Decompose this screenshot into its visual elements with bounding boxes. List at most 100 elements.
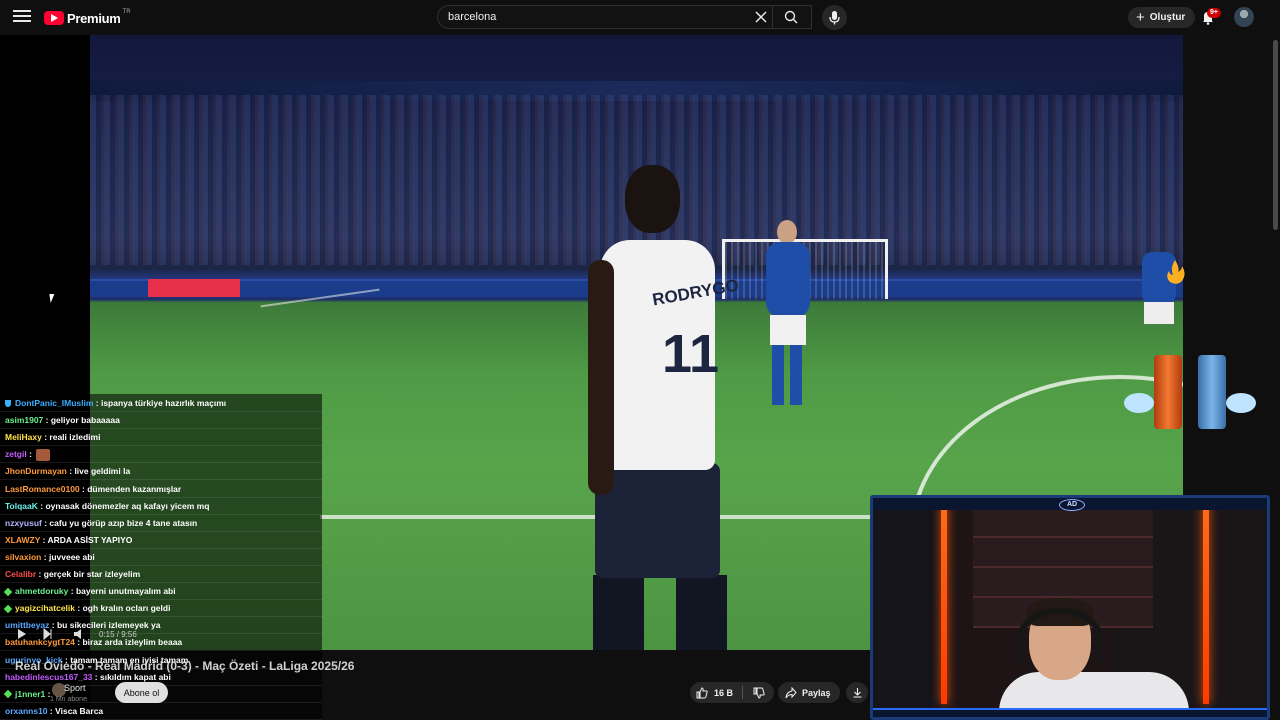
chat-message: yagizcihatcelik : ogh kralın ocları geld… bbox=[3, 601, 171, 617]
streamer-logo: AD bbox=[1059, 499, 1085, 511]
chat-text: Visca Barca bbox=[55, 705, 104, 716]
webcam-overlay: AD bbox=[870, 495, 1270, 720]
youtube-play-icon bbox=[44, 11, 64, 25]
chat-username[interactable]: asim1907 bbox=[5, 415, 43, 425]
chat-colon: : bbox=[40, 534, 48, 545]
chat-username[interactable]: silvaxion bbox=[5, 552, 41, 562]
chat-text: ARDA ASİST YAPIYO bbox=[47, 534, 133, 545]
notification-badge: 9+ bbox=[1207, 8, 1221, 18]
chat-message: TolqaaK : oynasak dönemezler aq kafayı y… bbox=[5, 499, 209, 515]
chat-message: ahmetdoruky : bayerni unutmayalım abi bbox=[3, 584, 176, 600]
can-orange bbox=[1154, 355, 1182, 429]
top-bar: Premium TR + Oluştur 9+ bbox=[0, 0, 1280, 35]
chat-username[interactable]: yagizcihatcelik bbox=[15, 603, 75, 613]
chat-text: live geldimi la bbox=[74, 466, 131, 477]
create-button[interactable]: + Oluştur bbox=[1128, 7, 1196, 28]
divider bbox=[772, 5, 773, 29]
thumbs-down-icon bbox=[753, 687, 765, 699]
chat-message: XLAWZY : ARDA ASİST YAPIYO bbox=[5, 533, 132, 549]
can-blue bbox=[1198, 355, 1226, 429]
chat-username[interactable]: j1nner1 bbox=[15, 689, 45, 699]
close-icon[interactable] bbox=[754, 10, 768, 24]
chat-username[interactable]: DontPanic_IMuslim bbox=[15, 398, 93, 408]
mouse-cursor bbox=[49, 294, 56, 303]
chat-username[interactable]: zetgil bbox=[5, 449, 27, 459]
menu-icon[interactable] bbox=[13, 8, 31, 26]
chat-username[interactable]: MeliHaxy bbox=[5, 432, 42, 442]
chat-colon: : bbox=[68, 586, 76, 597]
shirt-number: 11 bbox=[662, 324, 720, 384]
chat-text: bayerni unutmayalım abi bbox=[75, 586, 176, 597]
youtube-logo[interactable]: Premium TR bbox=[44, 9, 131, 27]
video-title: Real Oviedo - Real Madrid (0-3) - Maç Öz… bbox=[15, 659, 355, 673]
chat-username[interactable]: TolqaaK bbox=[5, 501, 38, 511]
player-controls[interactable] bbox=[14, 628, 94, 640]
chat-username[interactable]: ahmetdoruky bbox=[15, 586, 68, 596]
chat-message: j1nner1 : bbox=[3, 687, 50, 703]
chat-text: juvveee abi bbox=[48, 551, 95, 562]
thumbs-up-icon bbox=[696, 686, 708, 698]
player-head bbox=[625, 165, 680, 233]
chat-message: DontPanic_IMuslim : ispanya türkiye hazı… bbox=[5, 396, 226, 412]
player-shorts bbox=[1144, 302, 1174, 324]
chat-username[interactable]: nzxyusuf bbox=[5, 518, 42, 528]
like-button[interactable]: 16 B bbox=[690, 682, 740, 703]
player-legs bbox=[580, 575, 740, 650]
player-head bbox=[777, 220, 797, 244]
cloud-icon bbox=[1124, 393, 1154, 413]
subscriber-count: 1 Mn abone bbox=[50, 696, 87, 703]
player-shirt bbox=[766, 242, 810, 317]
microphone-icon bbox=[829, 11, 840, 25]
webcam-frame-bottom bbox=[873, 708, 1267, 717]
chat-text: sıkıldım kapat abi bbox=[99, 671, 171, 682]
chat-username[interactable]: Celalibr bbox=[5, 569, 36, 579]
chat-colon: : bbox=[43, 415, 51, 426]
chat-text: reali izledimi bbox=[49, 432, 101, 443]
player-blue bbox=[760, 220, 816, 410]
chat-message: orxanns10 : Visca Barca bbox=[5, 704, 103, 720]
dislike-button[interactable] bbox=[746, 682, 772, 703]
share-button[interactable]: Paylaş bbox=[778, 682, 840, 703]
sponsor-cans bbox=[1124, 355, 1258, 435]
chat-text: ispanya türkiye hazırlık maçımı bbox=[100, 398, 227, 408]
neon-light bbox=[941, 504, 947, 704]
chat-text: dümenden kazanmışlar bbox=[87, 483, 182, 494]
chat-text: oynasak dönemezler aq kafayı yicem mq bbox=[45, 500, 210, 511]
chat-message: asim1907 : geliyor babaaaaa bbox=[5, 413, 120, 429]
chat-colon: : bbox=[47, 705, 56, 716]
chat-message: zetgil : bbox=[5, 447, 51, 463]
shield-badge-icon bbox=[5, 400, 11, 408]
download-icon bbox=[853, 688, 861, 698]
chat-message: LastRomance0100 : dümenden kazanmışlar bbox=[5, 482, 181, 498]
chat-username[interactable]: XLAWZY bbox=[5, 535, 40, 545]
chat-text: gerçek bir star izleyelim bbox=[43, 569, 141, 579]
chat-username[interactable]: JhonDurmayan bbox=[5, 466, 67, 476]
video-time: 0:15 / 9:56 bbox=[99, 630, 137, 639]
channel-name[interactable]: Sport bbox=[64, 683, 86, 693]
chat-username[interactable]: LastRomance0100 bbox=[5, 484, 80, 494]
divider bbox=[742, 686, 743, 699]
chat-colon: : bbox=[36, 569, 44, 579]
diamond-badge-icon bbox=[3, 587, 13, 597]
avatar[interactable] bbox=[1234, 7, 1254, 27]
chat-message: Celalibr : gerçek bir star izleyelim bbox=[5, 567, 140, 583]
search-input[interactable] bbox=[448, 9, 748, 25]
laliga-ad bbox=[148, 279, 240, 297]
chat-text: geliyor babaaaaa bbox=[50, 415, 120, 426]
chat-text: ogh kralın ocları geldi bbox=[82, 603, 171, 614]
chat-username[interactable]: orxanns10 bbox=[5, 706, 48, 716]
streamer bbox=[999, 598, 1189, 717]
subscribe-button[interactable]: Abone ol bbox=[115, 682, 168, 703]
chat-colon: : bbox=[41, 551, 49, 562]
logo-region: TR bbox=[122, 9, 131, 15]
player-legs bbox=[772, 345, 802, 405]
like-count: 16 B bbox=[714, 687, 734, 698]
player-rodrygo: RODRYGO 11 bbox=[580, 165, 750, 650]
search-icon[interactable] bbox=[784, 10, 798, 24]
chat-username[interactable]: habedinlescus167_33 bbox=[5, 672, 92, 682]
voice-search-button[interactable] bbox=[822, 5, 847, 30]
download-button[interactable] bbox=[846, 682, 868, 703]
scrollbar-thumb[interactable] bbox=[1273, 40, 1278, 230]
logo-text: Premium bbox=[67, 10, 121, 26]
share-icon bbox=[785, 686, 797, 698]
